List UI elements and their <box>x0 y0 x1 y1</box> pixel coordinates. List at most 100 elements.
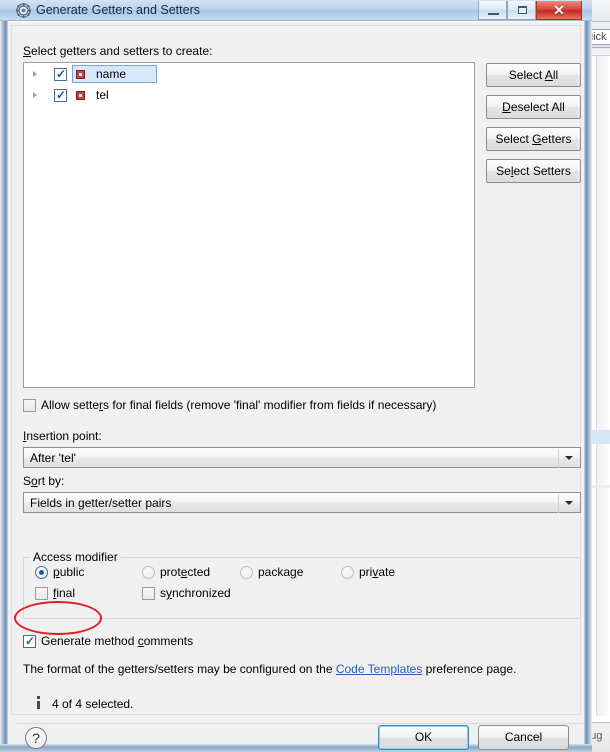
access-modifier-legend: Access modifier <box>30 550 121 564</box>
btn-text-pre: Se <box>496 164 511 178</box>
close-button[interactable]: ✕ <box>536 1 582 20</box>
code-templates-note: The format of the getters/setters may be… <box>23 662 516 676</box>
label-post: s for final fields (remove 'final' modif… <box>103 398 437 412</box>
tree-item-checkbox[interactable]: ✓ <box>54 88 67 102</box>
dialog-titlebar[interactable]: Generate Getters and Setters ✕ <box>0 0 592 21</box>
generate-method-comments-checkbox[interactable]: ✓ <box>23 634 36 648</box>
sort-by-value: Fields in getter/setter pairs <box>30 496 172 510</box>
btn-mnemonic: G <box>532 132 542 146</box>
radio-dot <box>39 570 44 575</box>
dialog-content-panel: Select getters and setters to create: ✓ … <box>11 25 585 724</box>
radio-private[interactable] <box>341 566 354 579</box>
btn-text-pre: Select <box>508 68 545 82</box>
chevron-right-icon[interactable] <box>33 71 37 77</box>
close-icon: ✕ <box>553 2 565 18</box>
info-dot <box>37 696 40 699</box>
radio-protected[interactable] <box>142 566 155 579</box>
radio-public[interactable] <box>35 566 48 579</box>
minimize-button[interactable] <box>478 1 507 20</box>
maximize-icon <box>518 6 527 14</box>
label-mnemonic: g <box>290 565 297 579</box>
private-field-icon <box>76 70 85 79</box>
note-after: preference page. <box>422 662 517 676</box>
radio-private-label: private <box>359 565 395 579</box>
fields-tree[interactable]: ✓ name ✓ tel <box>23 62 475 388</box>
label-pre: pri <box>359 565 373 579</box>
check-icon: ✓ <box>25 634 36 648</box>
label-pre: S <box>23 474 32 488</box>
help-icon: ? <box>32 730 40 746</box>
allow-final-setters-checkbox[interactable] <box>23 399 36 412</box>
dialog-client-area: Select getters and setters to create: ✓ … <box>8 21 585 750</box>
combo-divider <box>558 494 559 513</box>
select-all-button[interactable]: Select All <box>486 63 581 87</box>
label-pre: prot <box>160 565 181 579</box>
btn-mnemonic: D <box>502 100 511 114</box>
btn-text-post: etters <box>541 132 572 146</box>
label-post: nsertion point: <box>26 429 102 443</box>
instruction-label-text: elect getters and setters to create: <box>31 44 213 58</box>
label-pre: packa <box>258 565 291 579</box>
radio-protected-label: protected <box>160 565 210 579</box>
ide-scrollbar[interactable] <box>596 56 608 716</box>
window-frame-left <box>0 0 8 748</box>
tree-item-label: tel <box>96 88 109 102</box>
footer-divider <box>15 723 585 724</box>
select-getters-button[interactable]: Select Getters <box>486 127 581 151</box>
check-icon: ✓ <box>56 67 67 81</box>
label-post: ublic <box>59 565 85 579</box>
btn-text-post: ll <box>552 68 559 82</box>
status-message: 4 of 4 selected. <box>52 697 134 711</box>
label-mnemonic: o <box>31 474 38 488</box>
label-post: inal <box>56 586 76 600</box>
code-templates-link[interactable]: Code Templates <box>336 662 423 676</box>
generate-getters-setters-dialog: Generate Getters and Setters ✕ Select ge… <box>0 0 592 752</box>
synchronized-checkbox[interactable] <box>142 587 155 600</box>
label-pre: Generate method <box>41 634 138 648</box>
sort-by-label: Sort by: <box>23 474 64 488</box>
maximize-button[interactable] <box>507 1 536 20</box>
label-post: cted <box>187 565 211 579</box>
synchronized-label: synchronized <box>160 586 231 600</box>
help-button[interactable]: ? <box>25 727 47 749</box>
insertion-point-combo[interactable]: After 'tel' <box>23 447 581 468</box>
label-post: nchronized <box>172 586 231 600</box>
radio-package[interactable] <box>240 566 253 579</box>
private-field-icon <box>76 91 85 100</box>
allow-final-setters-label: Allow setters for final fields (remove '… <box>41 398 436 412</box>
btn-text-pre: Select <box>495 132 533 146</box>
tree-item-label: name <box>96 67 127 81</box>
instruction-label: Select getters and setters to create: <box>23 44 213 58</box>
radio-package-label: package <box>258 565 303 579</box>
ok-button[interactable]: OK <box>378 725 469 750</box>
window-frame-right <box>584 0 592 748</box>
insertion-point-value: After 'tel' <box>30 451 76 465</box>
combo-divider <box>558 449 559 468</box>
btn-text-post: ect Setters <box>513 164 571 178</box>
final-checkbox[interactable] <box>35 587 48 600</box>
deselect-all-button[interactable]: Deselect All <box>486 95 581 119</box>
chevron-down-icon[interactable] <box>565 456 573 460</box>
chevron-down-icon[interactable] <box>565 501 573 505</box>
tree-item-checkbox[interactable]: ✓ <box>54 67 67 81</box>
check-icon: ✓ <box>56 88 67 102</box>
label-post: omments <box>143 634 194 648</box>
label-post: ate <box>378 565 396 579</box>
radio-public-label: public <box>53 565 84 579</box>
btn-mnemonic: A <box>544 68 553 82</box>
table-row[interactable]: ✓ tel <box>24 86 474 105</box>
eclipse-gear-icon <box>16 3 31 18</box>
cancel-button[interactable]: Cancel <box>478 725 569 750</box>
table-row[interactable]: ✓ name <box>24 65 474 84</box>
btn-text-post: eselect All <box>510 100 565 114</box>
chevron-right-icon[interactable] <box>33 92 37 98</box>
final-label: final <box>53 586 75 600</box>
minimize-icon <box>488 13 499 15</box>
info-icon <box>34 696 44 712</box>
select-setters-button[interactable]: Select Setters <box>486 159 581 183</box>
label-post: rt by: <box>37 474 65 488</box>
sort-by-combo[interactable]: Fields in getter/setter pairs <box>23 492 581 513</box>
insertion-point-label: Insertion point: <box>23 429 102 443</box>
generate-method-comments-label: Generate method comments <box>41 634 193 648</box>
label-post: e <box>296 565 304 579</box>
